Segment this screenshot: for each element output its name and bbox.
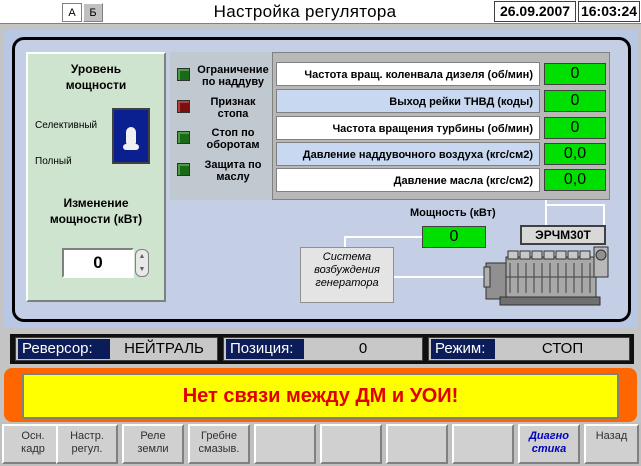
date-display: 26.09.2007: [494, 1, 576, 22]
connector-line: [344, 236, 422, 238]
connector-line: [394, 276, 484, 278]
fkey-flange-lubrication[interactable]: Гребне смазыв.: [188, 424, 250, 464]
indicator-label-boost-limit: Ограничение по наддуву: [197, 64, 269, 88]
option-full-label: Полный: [35, 156, 72, 167]
mode-value: СТОП: [541, 340, 584, 357]
param-label-oil-pressure: Давление масла (кгс/см2): [276, 168, 540, 192]
param-label-crankshaft: Частота вращ. коленвала дизеля (об/мин): [276, 62, 540, 86]
power-change-title-2: мощности (кВт): [49, 212, 143, 226]
fkey-empty-7[interactable]: [386, 424, 448, 464]
fkey-empty-6[interactable]: [320, 424, 382, 464]
power-label: Мощность (кВт): [410, 207, 496, 219]
param-value-rack: 0: [544, 90, 606, 112]
page-title: Настройка регулятора: [213, 2, 397, 21]
fkey-back[interactable]: Назад: [584, 424, 639, 464]
fkey-main-frame[interactable]: Осн. кадр: [2, 424, 64, 464]
engine-model-label: ЭРЧМ30Т: [520, 225, 606, 245]
indicator-lamp-boost-limit: [177, 68, 190, 81]
power-change-title-1: Изменение: [63, 196, 129, 210]
power-change-stepper[interactable]: ▲ ▼: [135, 249, 149, 277]
indicator-lamp-overspeed: [177, 131, 190, 144]
mode-label: Режим:: [431, 339, 495, 359]
reverser-value: НЕЙТРАЛЬ: [124, 340, 204, 357]
indicator-label-oil-protect: Защита по маслу: [204, 159, 262, 183]
tab-b[interactable]: Б: [83, 3, 103, 22]
indicator-label-overspeed: Стоп по оборотам: [206, 127, 260, 151]
power-mode-toggle[interactable]: [112, 108, 150, 164]
param-value-turbine: 0: [544, 117, 606, 139]
param-value-oil-pressure: 0,0: [544, 169, 606, 191]
param-label-rack: Выход рейки ТНВД (коды): [276, 89, 540, 113]
indicator-label-stop-sign: Признак стопа: [210, 96, 256, 120]
indicator-lamp-stop-sign: [177, 100, 190, 113]
power-level-title-2: мощности: [65, 78, 127, 92]
indicator-lamp-oil-protect: [177, 163, 190, 176]
power-level-title-1: Уровень: [70, 62, 122, 76]
param-label-boost-pressure: Давление наддувочного воздуха (кгс/см2): [276, 142, 540, 166]
connector-line: [603, 204, 605, 226]
stepper-up-icon[interactable]: ▲: [139, 253, 146, 260]
param-label-turbine: Частота вращения турбины (об/мин): [276, 116, 540, 140]
param-value-crankshaft: 0: [544, 63, 606, 85]
power-change-input[interactable]: 0: [62, 248, 134, 278]
position-value: 0: [358, 340, 368, 357]
reverser-label: Реверсор:: [18, 339, 110, 359]
stepper-down-icon[interactable]: ▼: [139, 266, 146, 273]
excitation-system-box: Система возбуждения генератора: [300, 247, 394, 303]
toggle-base-icon: [123, 144, 139, 150]
fkey-regulator-settings[interactable]: Настр. регул.: [56, 424, 118, 464]
param-value-boost-pressure: 0,0: [544, 143, 606, 165]
option-selective-label: Селективный: [35, 120, 98, 131]
fkey-empty-5[interactable]: [254, 424, 316, 464]
tab-a[interactable]: А: [62, 3, 82, 22]
fkey-empty-8[interactable]: [452, 424, 514, 464]
connector-line: [545, 204, 605, 206]
time-display: 16:03:24: [578, 1, 640, 22]
position-label: Позиция:: [226, 339, 304, 359]
alarm-message: Нет связи между ДМ и УОИ!: [182, 385, 459, 407]
fkey-diagnostics[interactable]: Диагно стика: [518, 424, 580, 464]
power-value: 0: [422, 226, 486, 248]
fkey-ground-relay[interactable]: Реле земли: [122, 424, 184, 464]
diesel-engine-icon: [483, 246, 609, 306]
